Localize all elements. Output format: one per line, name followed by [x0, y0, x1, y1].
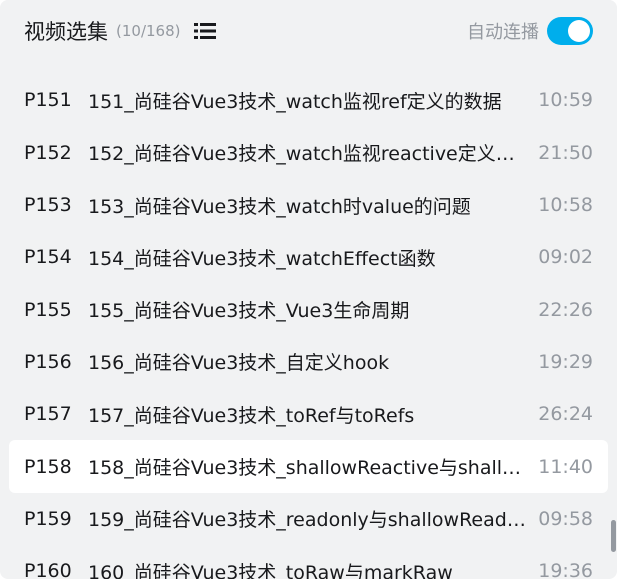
episode-duration: 26:24 — [538, 403, 593, 426]
autoplay-label: 自动连播 — [467, 22, 539, 43]
autoplay-toggle[interactable] — [547, 17, 593, 45]
episode-number: P160 — [24, 560, 72, 579]
episode-title: 155_尚硅谷Vue3技术_Vue3生命周期 — [88, 300, 410, 323]
toggle-knob — [568, 20, 590, 42]
episode-number: P153 — [24, 194, 72, 217]
episode-row[interactable]: P159 159_尚硅谷Vue3技术_readonly与shallowReadon… — [9, 493, 608, 545]
episode-title: 156_尚硅谷Vue3技术_自定义hook — [88, 352, 390, 375]
episode-row[interactable]: P155 155_尚硅谷Vue3技术_Vue3生命周期 22:26 — [9, 283, 608, 335]
scrollbar-thumb[interactable] — [611, 520, 616, 552]
episode-number: P159 — [24, 507, 72, 530]
episode-title: 160_尚硅谷Vue3技术_toRaw与markRaw — [88, 561, 453, 579]
episode-duration: 10:59 — [538, 89, 593, 112]
episode-panel-header: 视频选集 (10/168) 自动连播 — [0, 0, 617, 62]
episode-number: P155 — [24, 298, 72, 321]
episode-duration: 19:29 — [538, 350, 593, 373]
episode-number: P158 — [24, 455, 72, 478]
episode-row[interactable]: P156 156_尚硅谷Vue3技术_自定义hook 19:29 — [9, 336, 608, 388]
episode-duration: 09:02 — [538, 246, 593, 269]
episode-duration: 19:36 — [538, 560, 593, 579]
episode-row[interactable]: P158 158_尚硅谷Vue3技术_shallowReactive与shallo… — [9, 440, 608, 493]
episode-duration: 11:40 — [538, 455, 593, 478]
list-icon[interactable] — [194, 22, 217, 40]
episode-row[interactable]: P160 160_尚硅谷Vue3技术_toRaw与markRaw 19:36 — [9, 545, 608, 579]
episode-panel: 视频选集 (10/168) 自动连播 P150150_尚硅谷Vue3技术_wat… — [0, 0, 617, 579]
episode-duration: 10:58 — [538, 194, 593, 217]
episode-title: 157_尚硅谷Vue3技术_toRef与toRefs — [88, 404, 415, 427]
episode-number: P156 — [24, 350, 72, 373]
episode-number: P151 — [24, 89, 72, 112]
episode-title: 159_尚硅谷Vue3技术_readonly与shallowReadonly — [88, 509, 527, 532]
episode-number: P154 — [24, 246, 72, 269]
episode-row[interactable]: P153 153_尚硅谷Vue3技术_watch时value的问题 10:58 — [9, 179, 608, 231]
panel-title: 视频选集 — [24, 20, 108, 44]
episode-duration: 22:26 — [538, 298, 593, 321]
episode-count: (10/168) — [116, 22, 181, 40]
episode-list-viewport: P150150_尚硅谷Vue3技术_watch监视ref定义的数据10:59P1… — [0, 50, 617, 579]
episode-title: 151_尚硅谷Vue3技术_watch监视ref定义的数据 — [88, 90, 502, 113]
episode-title: 152_尚硅谷Vue3技术_watch监视reactive定义的数据 — [88, 143, 527, 166]
episode-row[interactable]: P154 154_尚硅谷Vue3技术_watchEffect函数 09:02 — [9, 231, 608, 283]
episode-number: P152 — [24, 141, 72, 164]
episode-list: P150150_尚硅谷Vue3技术_watch监视ref定义的数据10:59P1… — [0, 50, 617, 579]
episode-duration: 09:58 — [538, 507, 593, 530]
episode-title: 158_尚硅谷Vue3技术_shallowReactive与shallowRef — [88, 457, 527, 480]
episode-row[interactable]: P151 151_尚硅谷Vue3技术_watch监视ref定义的数据 10:59 — [9, 74, 608, 126]
episode-row[interactable]: P157 157_尚硅谷Vue3技术_toRef与toRefs 26:24 — [9, 388, 608, 440]
episode-row[interactable]: P152 152_尚硅谷Vue3技术_watch监视reactive定义的数据 21… — [9, 127, 608, 179]
episode-title: 153_尚硅谷Vue3技术_watch时value的问题 — [88, 195, 471, 218]
episode-number: P157 — [24, 403, 72, 426]
episode-duration: 21:50 — [538, 141, 593, 164]
episode-title: 154_尚硅谷Vue3技术_watchEffect函数 — [88, 247, 436, 270]
